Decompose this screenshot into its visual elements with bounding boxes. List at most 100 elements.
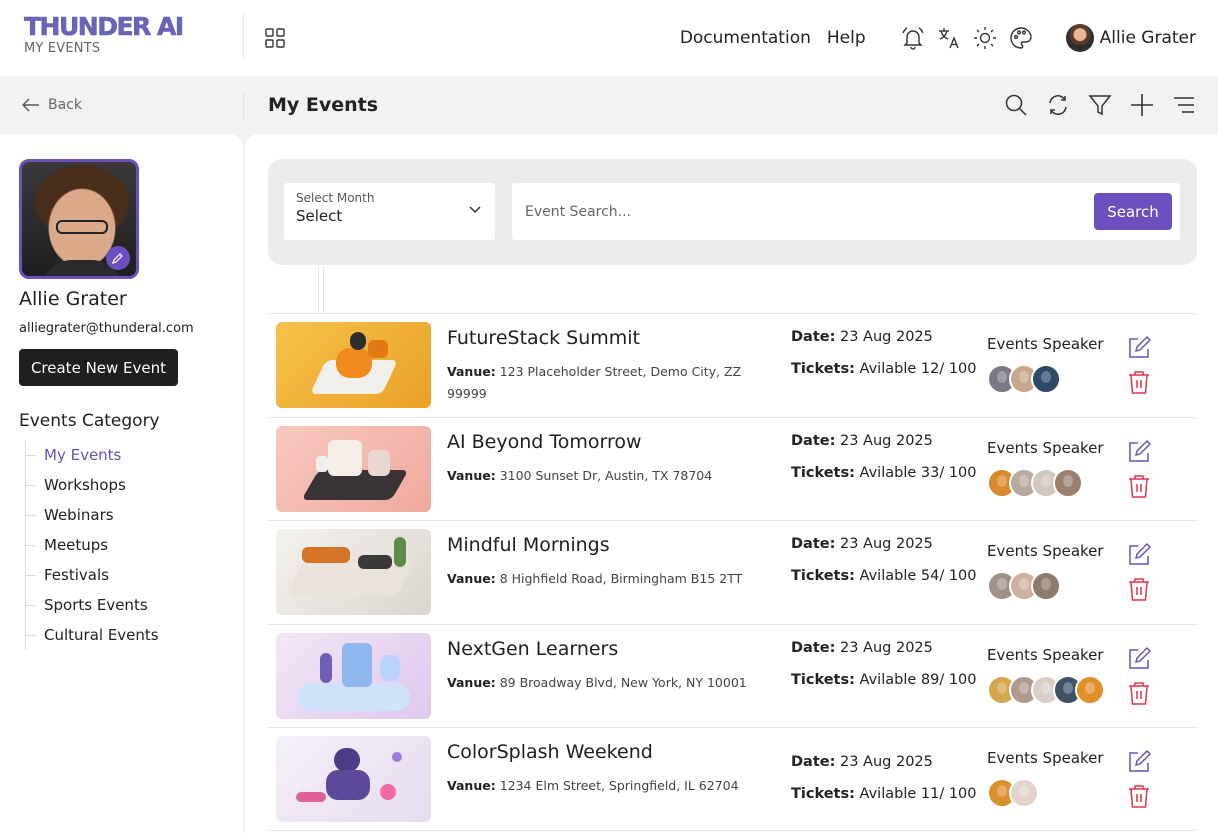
- edit-icon[interactable]: [1126, 542, 1152, 568]
- speaker-avatar[interactable]: [1031, 571, 1061, 601]
- sidebar: Allie Grater alliegrater@thunderal.com C…: [0, 134, 243, 833]
- event-row[interactable]: FutureStack Summit Vanue: 123 Placeholde…: [268, 313, 1197, 417]
- category-workshops[interactable]: Workshops: [26, 470, 224, 500]
- month-select[interactable]: Select Month Select: [284, 183, 495, 240]
- event-row[interactable]: AI Beyond Tomorrow Vanue: 3100 Sunset Dr…: [268, 416, 1197, 521]
- category-meetups[interactable]: Meetups: [26, 530, 224, 560]
- chevron-down-icon: [469, 206, 481, 214]
- trash-icon[interactable]: [1126, 680, 1152, 706]
- event-venue: Vanue: 8 Highfield Road, Birmingham B15 …: [447, 568, 752, 590]
- event-venue: Vanue: 3100 Sunset Dr, Austin, TX 78704: [447, 465, 752, 487]
- event-venue: Vanue: 1234 Elm Street, Springfield, IL …: [447, 775, 752, 797]
- palette-icon[interactable]: [1008, 25, 1034, 51]
- edit-icon[interactable]: [1126, 749, 1152, 775]
- speaker-avatars[interactable]: [987, 467, 1083, 498]
- tickets-value: Avilable 12/ 100: [859, 361, 977, 377]
- main-content: Select Month Select Search FutureStack S…: [245, 134, 1218, 833]
- filter-panel: Select Month Select Search: [268, 159, 1197, 265]
- event-date: Date: 23 Aug 2025: [791, 640, 933, 656]
- trash-icon[interactable]: [1126, 576, 1152, 602]
- speakers-label: Events Speaker: [987, 438, 1104, 457]
- venue-label: Vanue:: [447, 467, 496, 483]
- category-sports-events[interactable]: Sports Events: [26, 590, 224, 620]
- event-tickets: Tickets: Avilable 54/ 100: [791, 565, 977, 587]
- speakers-label: Events Speaker: [987, 749, 1104, 767]
- date-value: 23 Aug 2025: [840, 639, 933, 656]
- tickets-value: Avilable 54/ 100: [859, 568, 977, 584]
- event-thumbnail: [276, 632, 431, 719]
- edit-icon[interactable]: [1126, 646, 1152, 672]
- profile-photo-glasses: [56, 220, 108, 234]
- speaker-avatar[interactable]: [1009, 778, 1039, 808]
- tickets-label: Tickets:: [791, 464, 855, 481]
- bell-icon[interactable]: [900, 25, 926, 51]
- plus-icon[interactable]: [1130, 93, 1154, 117]
- speaker-avatar[interactable]: [1075, 674, 1105, 705]
- speaker-avatar[interactable]: [1053, 467, 1083, 498]
- nav-help[interactable]: Help: [827, 28, 866, 48]
- category-my-events[interactable]: My Events: [26, 440, 224, 470]
- speakers-label: Events Speaker: [987, 645, 1104, 664]
- venue-label: Vanue:: [447, 364, 496, 379]
- event-tickets: Tickets: Avilable 89/ 100: [791, 669, 977, 691]
- category-cultural-events[interactable]: Cultural Events: [26, 620, 224, 650]
- speaker-avatar[interactable]: [1031, 364, 1061, 394]
- search-button[interactable]: Search: [1094, 193, 1172, 230]
- tickets-value: Avilable 11/ 100: [859, 786, 977, 802]
- back-button[interactable]: Back: [0, 76, 244, 134]
- date-label: Date:: [791, 754, 836, 770]
- pencil-icon: [112, 253, 123, 264]
- event-row[interactable]: Mindful Mornings Vanue: 8 Highfield Road…: [268, 520, 1197, 624]
- translate-icon[interactable]: [936, 25, 962, 51]
- create-event-button[interactable]: Create New Event: [19, 349, 178, 386]
- profile-photo: [19, 159, 139, 279]
- speakers-label: Events Speaker: [987, 335, 1104, 353]
- brand[interactable]: THUNDER AI MY EVENTS: [0, 0, 244, 76]
- event-search-input[interactable]: [512, 183, 1082, 240]
- venue-value: 3100 Sunset Dr, Austin, TX 78704: [499, 467, 713, 483]
- nav-documentation[interactable]: Documentation: [680, 28, 811, 48]
- brand-logo: THUNDER AI: [24, 12, 185, 41]
- filter-icon[interactable]: [1088, 93, 1112, 117]
- search-icon[interactable]: [1004, 93, 1028, 117]
- event-title[interactable]: ColorSplash Weekend: [447, 741, 653, 763]
- tickets-value: Avilable 33/ 100: [859, 464, 977, 481]
- event-thumbnail: [276, 736, 431, 822]
- event-tickets: Tickets: Avilable 11/ 100: [791, 783, 991, 805]
- date-value: 23 Aug 2025: [840, 432, 933, 449]
- event-row[interactable]: ColorSplash Weekend Vanue: 1234 Elm Stre…: [268, 727, 1197, 831]
- event-row[interactable]: NextGen Learners Vanue: 89 Broadway Blvd…: [268, 623, 1197, 728]
- apps-grid-icon[interactable]: [264, 27, 286, 49]
- date-value: 23 Aug 2025: [840, 536, 933, 552]
- trash-icon[interactable]: [1126, 783, 1152, 809]
- event-thumbnail: [276, 529, 431, 615]
- arrow-left-icon: [22, 98, 39, 112]
- category-festivals[interactable]: Festivals: [26, 560, 224, 590]
- venue-label: Vanue:: [447, 571, 496, 586]
- sun-icon[interactable]: [972, 25, 998, 51]
- edit-icon[interactable]: [1126, 439, 1152, 465]
- trash-icon[interactable]: [1126, 473, 1152, 499]
- event-title[interactable]: Mindful Mornings: [447, 534, 610, 556]
- menu-icon[interactable]: [1172, 93, 1196, 117]
- top-icons: [900, 25, 1044, 51]
- event-title[interactable]: FutureStack Summit: [447, 327, 640, 349]
- trash-icon[interactable]: [1126, 369, 1152, 395]
- speaker-avatars[interactable]: [987, 674, 1105, 705]
- speaker-avatars[interactable]: [987, 571, 1061, 601]
- toolbar: [986, 93, 1196, 117]
- venue-value: 1234 Elm Street, Springfield, IL 62704: [499, 778, 739, 793]
- category-title: Events Category: [19, 411, 160, 431]
- edit-icon[interactable]: [1126, 335, 1152, 361]
- category-list: My Events Workshops Webinars Meetups Fes…: [25, 440, 224, 650]
- category-webinars[interactable]: Webinars: [26, 500, 224, 530]
- event-title[interactable]: NextGen Learners: [447, 638, 618, 660]
- sub-header: Back My Events: [0, 76, 1218, 134]
- speaker-avatars[interactable]: [987, 364, 1061, 394]
- user-menu[interactable]: Allie Grater: [1065, 24, 1196, 52]
- event-title[interactable]: AI Beyond Tomorrow: [447, 431, 642, 453]
- edit-photo-button[interactable]: [106, 246, 130, 270]
- speaker-avatars[interactable]: [987, 778, 1039, 808]
- refresh-icon[interactable]: [1046, 93, 1070, 117]
- date-label: Date:: [791, 432, 836, 449]
